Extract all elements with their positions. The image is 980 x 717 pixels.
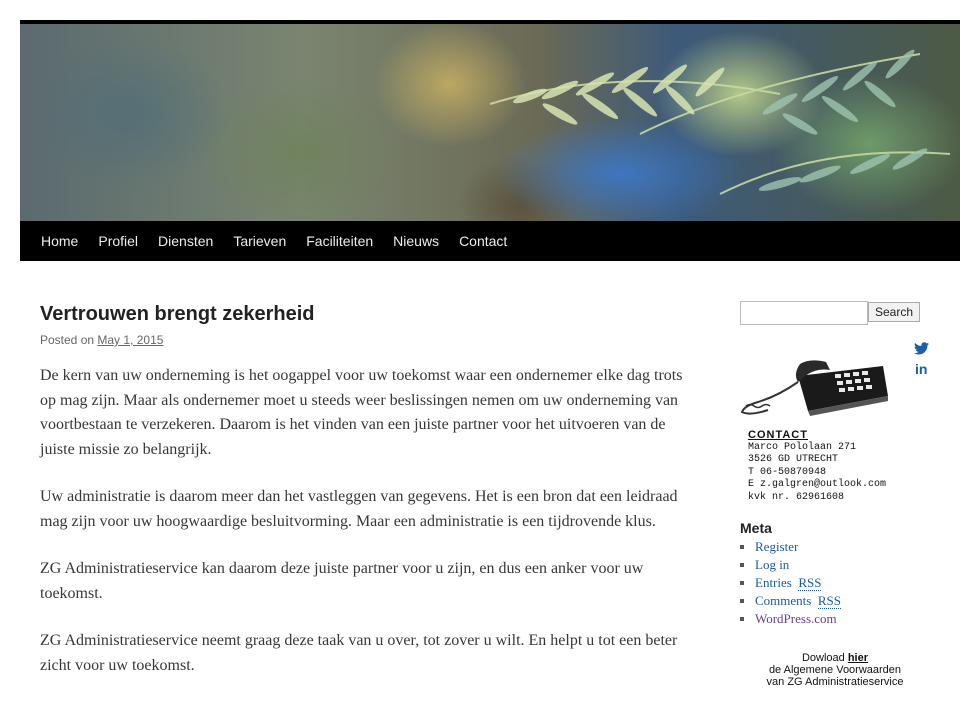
post-paragraph: ZG Administratieservice kan daarom deze … (40, 560, 644, 602)
nav-item-contact[interactable]: Contact (449, 233, 517, 249)
list-bullet (740, 581, 744, 585)
post-date-link[interactable]: May 1, 2015 (97, 333, 163, 347)
nav-item-home[interactable]: Home (20, 233, 88, 249)
list-bullet (740, 545, 744, 549)
contact-address: Marco Pololaan 271 (748, 441, 857, 453)
post-content: De kern van uw onderneming is het oogapp… (40, 364, 690, 701)
meta-item-wordpress: WordPress.com (740, 610, 841, 628)
rss-abbr: RSS (817, 593, 841, 609)
post-paragraph: Uw administratie is daarom meer dan het … (40, 488, 678, 530)
comments-label: Comments (755, 593, 815, 608)
download-label: Dowload (801, 652, 848, 664)
wordpress-link[interactable]: WordPress.com (755, 610, 837, 628)
nav-item-nieuws[interactable]: Nieuws (383, 233, 449, 249)
rss-abbr: RSS (798, 575, 822, 591)
nav-item-faciliteiten[interactable]: Faciliteiten (296, 233, 383, 249)
entries-rss-link[interactable]: Entries RSS (755, 574, 822, 592)
header-banner-image[interactable] (20, 24, 960, 221)
contact-heading: CONTACT (748, 429, 808, 441)
meta-item-comments-rss: Comments RSS (740, 592, 841, 610)
post-meta: Posted on May 1, 2015 (40, 333, 163, 347)
twitter-icon[interactable] (914, 342, 929, 360)
nav-item-diensten[interactable]: Diensten (148, 233, 223, 249)
login-link[interactable]: Log in (755, 556, 789, 574)
meta-item-login: Log in (740, 556, 841, 574)
post-paragraph: ZG Administratieservice neemt graag deze… (40, 632, 678, 674)
contact-email: E z.galgren@outlook.com (748, 479, 887, 490)
nav-item-profiel[interactable]: Profiel (88, 233, 148, 249)
download-line-3: van ZG Administratieservice (766, 676, 904, 688)
meta-widget-list: Register Log in Entries RSS Comments RSS… (740, 538, 841, 628)
post-title[interactable]: Vertrouwen brengt zekerheid (40, 303, 315, 326)
download-terms: Dowload hier de Algemene Voorwaarden van… (740, 652, 930, 688)
list-bullet (740, 599, 744, 603)
search-input[interactable] (740, 301, 868, 325)
comments-rss-link[interactable]: Comments RSS (755, 592, 841, 610)
meta-item-register: Register (740, 538, 841, 556)
download-line-2: de Algemene Voorwaarden (768, 664, 902, 676)
download-line-1: Dowload hier (740, 652, 930, 664)
meta-item-entries-rss: Entries RSS (740, 574, 841, 592)
register-link[interactable]: Register (755, 538, 798, 556)
meta-widget-title: Meta (740, 520, 772, 536)
download-link[interactable]: hier (848, 652, 868, 664)
telephone-icon (738, 356, 893, 423)
main-navigation: Home Profiel Diensten Tarieven Facilitei… (20, 221, 960, 261)
contact-card: CONTACT Marco Pololaan 271 3526 GD UTREC… (748, 429, 886, 504)
linkedin-icon[interactable]: in (915, 361, 927, 377)
list-bullet (740, 563, 744, 567)
contact-phone: T 06-50870948 (748, 466, 827, 478)
contact-kvk: kvk nr. 62961608 (748, 491, 845, 503)
entries-label: Entries (755, 575, 796, 590)
post-paragraph: De kern van uw onderneming is het oogapp… (40, 367, 683, 458)
posted-on-label: Posted on (40, 333, 95, 347)
search-button[interactable]: Search (868, 302, 920, 322)
list-bullet (740, 617, 744, 621)
nav-item-tarieven[interactable]: Tarieven (223, 233, 296, 249)
fern-illustration (489, 49, 951, 195)
contact-postcode: 3526 GD UTRECHT (748, 454, 839, 465)
